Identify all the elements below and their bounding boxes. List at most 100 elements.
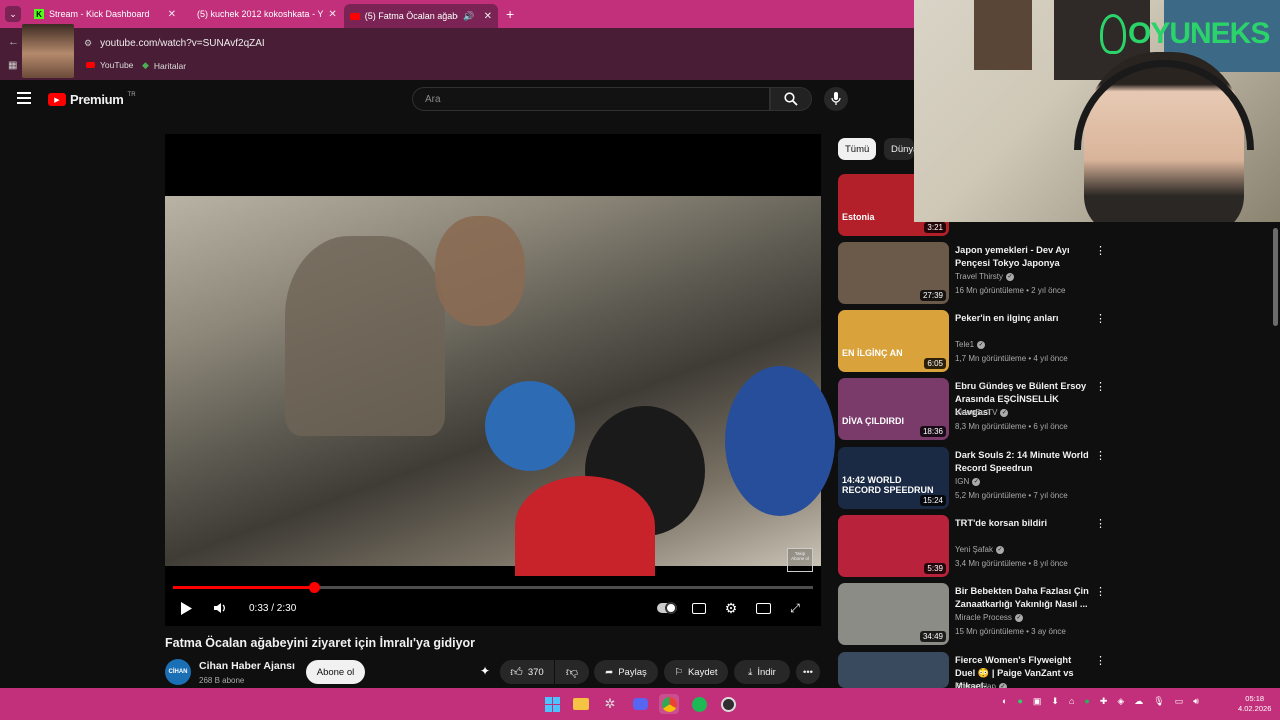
menu-icon[interactable]: [17, 92, 31, 104]
tray-app-icon[interactable]: ◐: [1002, 696, 1007, 707]
volume-icon[interactable]: 🔊︎: [1193, 696, 1199, 707]
autoplay-toggle[interactable]: [656, 599, 678, 617]
streamer-avatar: [22, 24, 74, 78]
download-button[interactable]: ⤓ İndir: [734, 660, 790, 684]
dislike-button[interactable]: 👎︎: [555, 660, 589, 684]
audio-playing-icon[interactable]: 🔊: [463, 11, 474, 22]
apps-icon[interactable]: ▦: [8, 60, 17, 71]
app-button[interactable]: ✲: [600, 694, 620, 714]
more-actions-button[interactable]: •••: [796, 660, 820, 684]
bookmark-haritalar[interactable]: ◆ Haritalar: [142, 60, 186, 71]
tray-app-icon[interactable]: ▣: [1033, 696, 1042, 707]
site-info-icon[interactable]: ⚙: [84, 38, 92, 49]
duration-badge: 3:21: [924, 222, 946, 233]
tray-app-icon[interactable]: ☁: [1134, 696, 1143, 707]
more-options-icon[interactable]: ⋮: [1095, 585, 1106, 599]
back-button[interactable]: ←: [8, 36, 19, 48]
video-thumbnail[interactable]: 5:39: [838, 515, 949, 577]
channel-avatar[interactable]: CİHAN: [165, 659, 191, 685]
close-tab-icon[interactable]: ✕: [168, 9, 176, 20]
fullscreen-button[interactable]: ⤢: [786, 599, 804, 617]
toggle-icon: [657, 602, 677, 614]
more-options-icon[interactable]: ⋮: [1095, 244, 1106, 258]
tab-youtube-fatma[interactable]: (5) Fatma Öcalan ağabeyini 🔊 ✕: [344, 4, 498, 28]
close-tab-icon[interactable]: ✕: [328, 9, 336, 20]
video-thumbnail[interactable]: EN İLGİNÇ AN 6:05: [838, 310, 949, 372]
recommendation-title[interactable]: TRT'de korsan bildiri: [955, 517, 1090, 530]
recommendation-title[interactable]: Peker'in en ilginç anları: [955, 312, 1090, 325]
verified-icon: ✓: [972, 477, 981, 486]
tray-app-icon[interactable]: ⌂: [1069, 696, 1074, 707]
more-options-icon[interactable]: ⋮: [1095, 517, 1106, 531]
tab-label: (5) kuchek 2012 kokoshkata - Y: [197, 9, 324, 19]
taskbar-clock[interactable]: 05:18 4.02.2026: [1238, 694, 1271, 714]
more-options-icon[interactable]: ⋮: [1095, 380, 1106, 394]
video-thumbnail[interactable]: 14:42 WORLD RECORD SPEEDRUN 15:24: [838, 447, 949, 509]
chip-all[interactable]: Tümü: [838, 138, 877, 160]
tray-spotify-icon[interactable]: ●: [1084, 696, 1089, 707]
recommendation-channel[interactable]: Miracle Process ✓: [955, 613, 1023, 622]
file-explorer-button[interactable]: [571, 694, 591, 714]
tray-app-icon[interactable]: ◈: [1117, 696, 1124, 707]
like-button[interactable]: 👍︎ 370: [500, 660, 554, 684]
voice-search-button[interactable]: [824, 87, 848, 111]
start-button[interactable]: [542, 694, 562, 714]
tray-app-icon[interactable]: ●: [1017, 696, 1022, 707]
microphone-icon[interactable]: 🎙︎: [1153, 696, 1164, 707]
tab-list-button[interactable]: ⌄: [5, 6, 21, 22]
settings-button[interactable]: ⚙: [722, 599, 740, 617]
recommendation-channel[interactable]: IGN ✓: [955, 477, 981, 486]
tab-youtube-kuchek[interactable]: (5) kuchek 2012 kokoshkata - Y ✕: [186, 4, 340, 24]
thumbs-up-icon: 👍︎: [510, 664, 523, 679]
search-button[interactable]: [770, 87, 812, 111]
video-frame[interactable]: Takip Abone ol: [165, 196, 835, 576]
obs-button[interactable]: [718, 694, 738, 714]
subscribe-button[interactable]: Abone ol: [306, 660, 365, 684]
watermark-subscribe[interactable]: Takip Abone ol: [787, 548, 813, 572]
display-icon[interactable]: ▭: [1175, 696, 1184, 707]
tray-app-icon[interactable]: ⬇: [1051, 696, 1059, 707]
miniplayer-button[interactable]: [754, 599, 772, 617]
play-button[interactable]: [178, 599, 194, 617]
recommendation-channel[interactable]: Yeni Şafak ✓: [955, 545, 1004, 554]
hype-icon[interactable]: ✦: [480, 664, 490, 678]
close-tab-icon[interactable]: ✕: [484, 11, 492, 22]
tray-app-icon[interactable]: ✚: [1100, 696, 1108, 707]
spotify-button[interactable]: [689, 694, 709, 714]
bookmark-youtube[interactable]: YouTube: [86, 60, 133, 70]
channel-name[interactable]: Cihan Haber Ajansı: [199, 660, 295, 672]
like-count: 370: [527, 666, 544, 678]
video-thumbnail[interactable]: 34:49: [838, 583, 949, 645]
chrome-button[interactable]: [659, 694, 679, 714]
search-input[interactable]: Ara: [412, 87, 770, 111]
discord-button[interactable]: [630, 694, 650, 714]
new-tab-button[interactable]: +: [506, 6, 514, 22]
recommendation-channel[interactable]: VideoBu TV ✓: [955, 408, 1009, 417]
more-options-icon[interactable]: ⋮: [1095, 654, 1106, 668]
youtube-logo[interactable]: ▶ Premium TR: [48, 92, 136, 107]
windows-icon: [544, 696, 560, 712]
address-bar[interactable]: ⚙ youtube.com/watch?v=SUNAvf2qZAI: [84, 34, 904, 52]
search-icon: [784, 92, 798, 106]
thumbnail-text: 14:42 WORLD RECORD SPEEDRUN: [842, 475, 934, 495]
video-thumbnail[interactable]: [838, 652, 949, 688]
recommendation-title[interactable]: Bir Bebekten Daha Fazlası Çin Zanaatkarl…: [955, 585, 1090, 611]
video-thumbnail[interactable]: 27:39: [838, 242, 949, 304]
recommendation-channel[interactable]: Tele1 ✓: [955, 340, 986, 349]
share-button[interactable]: ➦ Paylaş: [594, 660, 658, 684]
progress-scrubber[interactable]: [308, 582, 320, 593]
subtitles-button[interactable]: [690, 599, 708, 617]
chip-world[interactable]: Dünya: [884, 138, 914, 160]
gear-icon: ⚙: [724, 599, 738, 616]
spotify-icon: [691, 696, 707, 712]
volume-button[interactable]: [212, 599, 228, 617]
tab-kick-dashboard[interactable]: K Stream - Kick Dashboard ✕: [28, 4, 182, 24]
recommendation-channel[interactable]: Travel Thirsty ✓: [955, 272, 1015, 281]
scrollbar-thumb[interactable]: [1273, 228, 1278, 326]
more-options-icon[interactable]: ⋮: [1095, 312, 1106, 326]
more-options-icon[interactable]: ⋮: [1095, 449, 1106, 463]
video-thumbnail[interactable]: DİVA ÇILDIRDI 18:36: [838, 378, 949, 440]
recommendation-title[interactable]: Dark Souls 2: 14 Minute World Record Spe…: [955, 449, 1090, 475]
save-button[interactable]: ⚐ Kaydet: [664, 660, 728, 684]
recommendation-title[interactable]: Japon yemekleri - Dev Ayı Pençesi Tokyo …: [955, 244, 1090, 270]
